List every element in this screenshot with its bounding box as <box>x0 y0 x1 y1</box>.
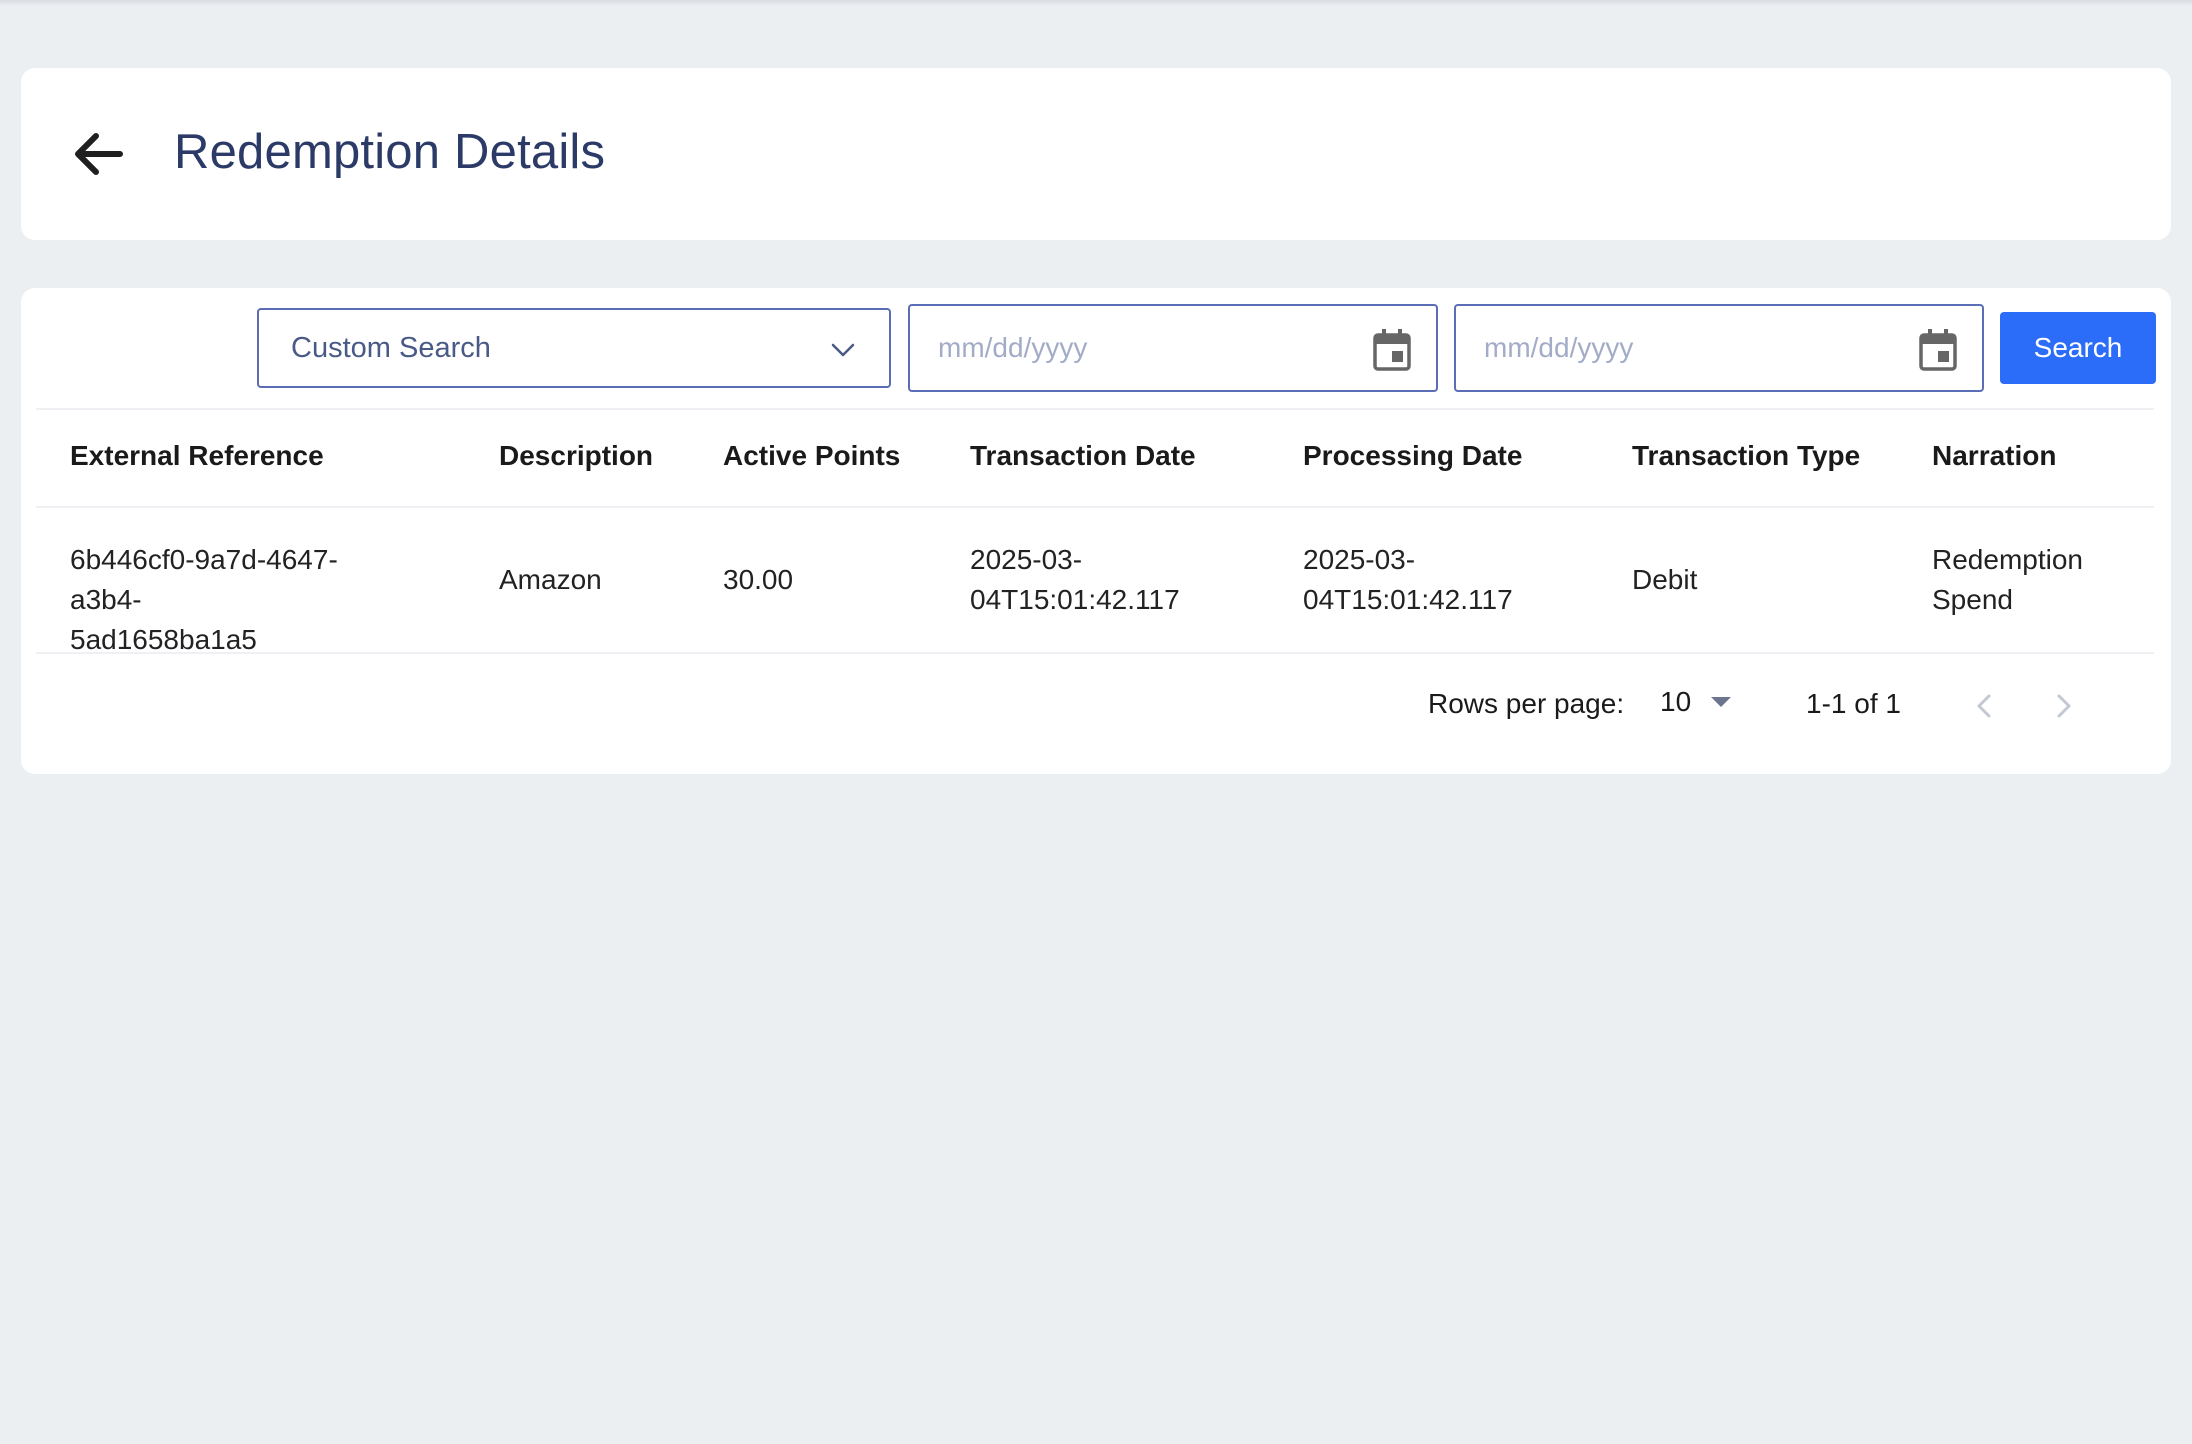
custom-search-select[interactable]: Custom Search <box>257 308 891 388</box>
rows-per-page-select[interactable]: 10 <box>1660 686 1732 718</box>
divider <box>36 506 2154 508</box>
cell-text: 6b446cf0-9a7d-4647-a3b4- <box>70 544 338 615</box>
cell-text: 04T15:01:42.117 <box>970 584 1180 615</box>
cell-text: 04T15:01:42.117 <box>1303 584 1513 615</box>
date-to-field <box>1454 304 1984 392</box>
divider <box>36 408 2154 410</box>
chevron-right-icon <box>2057 694 2071 718</box>
column-header-processing-date[interactable]: Processing Date <box>1303 440 1522 472</box>
cell-text: 2025-03- <box>970 544 1083 575</box>
back-button[interactable] <box>70 126 126 182</box>
chevron-down-icon <box>831 343 855 357</box>
divider <box>36 652 2154 654</box>
arrow-left-icon <box>75 133 123 175</box>
cell-description: Amazon <box>499 564 602 595</box>
rows-per-page-value: 10 <box>1660 686 1692 717</box>
cell-text: 2025-03- <box>1303 544 1416 575</box>
cell-narration: Redemption Spend <box>1932 540 2132 620</box>
previous-page-button[interactable] <box>1964 686 2004 726</box>
search-button[interactable]: Search <box>2000 312 2156 384</box>
column-header-external-reference[interactable]: External Reference <box>70 440 324 472</box>
cell-text: 5ad1658ba1a5 <box>70 624 257 655</box>
cell-active-points: 30.00 <box>723 564 794 595</box>
pagination-range: 1-1 of 1 <box>1806 688 1901 719</box>
date-to-input[interactable] <box>1484 332 1884 364</box>
calendar-icon[interactable] <box>1918 328 1958 372</box>
column-header-description[interactable]: Description <box>499 440 653 472</box>
cell-text: Spend <box>1932 584 2013 615</box>
custom-search-select-value: Custom Search <box>291 331 491 364</box>
column-header-transaction-date[interactable]: Transaction Date <box>970 440 1196 472</box>
rows-per-page-label: Rows per page: <box>1428 688 1625 719</box>
calendar-icon[interactable] <box>1372 328 1412 372</box>
column-header-narration[interactable]: Narration <box>1932 440 2056 472</box>
column-header-active-points[interactable]: Active Points <box>723 440 900 472</box>
chevron-left-icon <box>1977 694 1991 718</box>
column-header-transaction-type[interactable]: Transaction Type <box>1632 440 1860 472</box>
top-shadow <box>0 0 2192 6</box>
date-from-input[interactable] <box>938 332 1338 364</box>
cell-text: Redemption <box>1932 544 2083 575</box>
next-page-button[interactable] <box>2044 686 2084 726</box>
cell-transaction-type: Debit <box>1632 564 1698 595</box>
cell-transaction-date: 2025-03- 04T15:01:42.117 <box>970 540 1300 620</box>
cell-processing-date: 2025-03- 04T15:01:42.117 <box>1303 540 1633 620</box>
cell-external-reference: 6b446cf0-9a7d-4647-a3b4- 5ad1658ba1a5 <box>70 540 400 660</box>
caret-down-icon <box>1711 697 1732 707</box>
page-title: Redemption Details <box>174 125 606 179</box>
date-from-field <box>908 304 1438 392</box>
